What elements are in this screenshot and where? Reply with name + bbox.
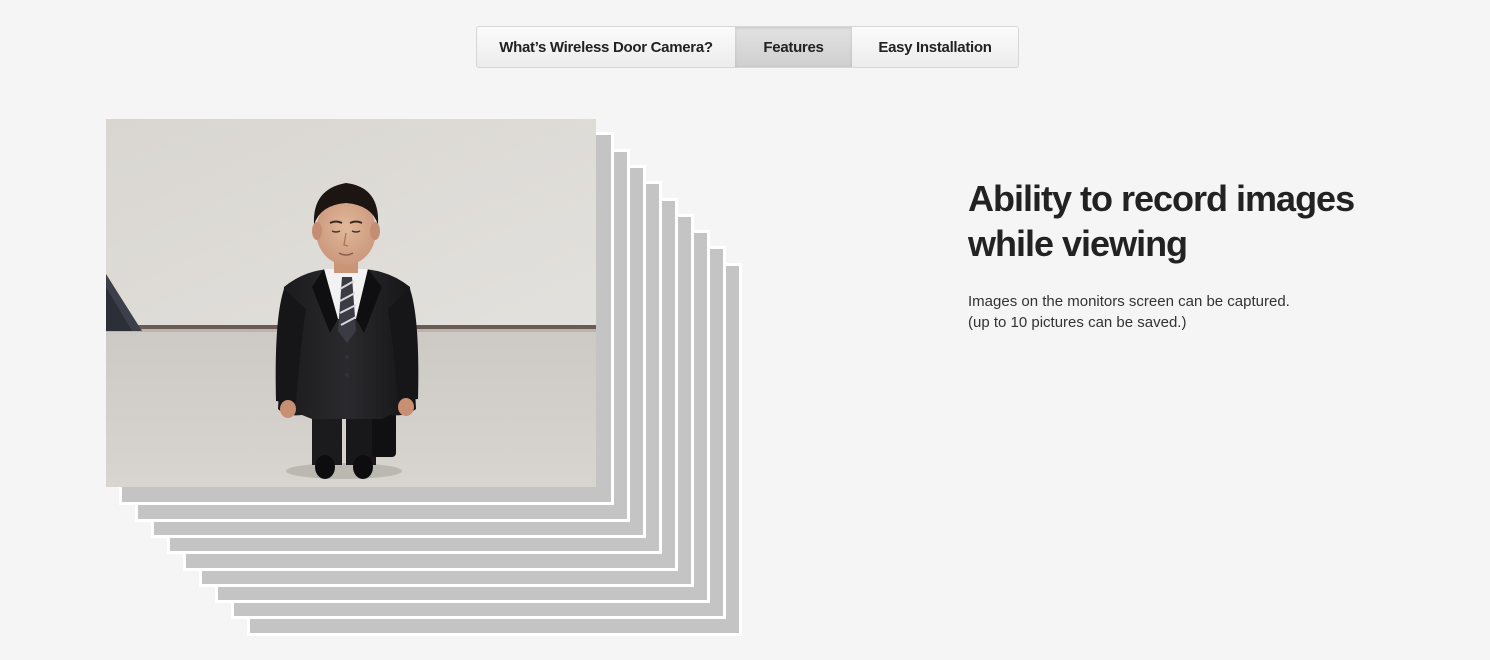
feature-heading-line-1: Ability to record images bbox=[968, 178, 1355, 219]
door-camera-photo bbox=[106, 119, 596, 487]
feature-heading: Ability to record images while viewing bbox=[968, 176, 1388, 266]
feature-heading-line-2: while viewing bbox=[968, 223, 1188, 264]
tab-whats-wireless-door-camera[interactable]: What’s Wireless Door Camera? bbox=[477, 27, 735, 67]
businessman-at-door-image bbox=[106, 119, 596, 487]
feature-description: Images on the monitors screen can be cap… bbox=[968, 291, 1388, 333]
feature-tab-bar: What’s Wireless Door Camera? Features Ea… bbox=[476, 26, 1019, 68]
feature-description-line-2: (up to 10 pictures can be saved.) bbox=[968, 314, 1187, 331]
feature-description-line-1: Images on the monitors screen can be cap… bbox=[968, 293, 1290, 310]
tab-easy-installation[interactable]: Easy Installation bbox=[852, 27, 1018, 67]
tab-features[interactable]: Features bbox=[735, 27, 852, 67]
